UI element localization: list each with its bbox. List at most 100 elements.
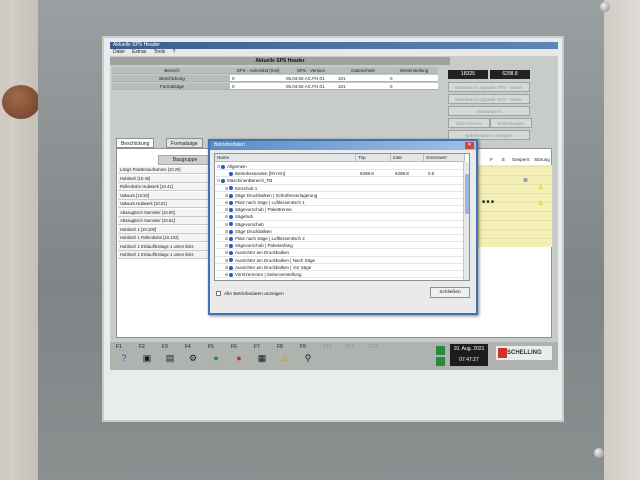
table-row[interactable]: Rollenbahn Hubwerk [10.41] [118,183,212,191]
screw-icon [594,448,604,458]
function-key-label: F6 [231,344,237,350]
function-key-f3[interactable]: F3 ▤ [162,344,182,368]
function-key-f5[interactable]: F5 ● [208,344,228,368]
tree-item-text: Betriebsstunden [hh:mm] [235,171,286,177]
function-key-icon [370,352,384,364]
function-key-f4[interactable]: F4 ⚙ [185,344,205,368]
tree-row[interactable]: ⊞ Sägevorschub | Paketanfang [215,242,469,250]
tab-beschickung[interactable]: Beschickung [116,138,155,148]
status-ok-indicator [436,357,445,366]
function-key-label: F8 [277,344,283,350]
tree-row[interactable]: ⊞ Säge Druckbalken [215,228,469,235]
table-row[interactable]: Hubtisch 1 [10.100] [118,225,212,234]
tree-item-label: ⊞ Säge Druckbalken [225,228,272,235]
tree-row[interactable]: ⊞ Ausrichter am Druckbalken | Nach Säge [215,257,469,264]
db-upgrade-button-2[interactable]: Datenbank Upgrade SPS - Weiter [448,94,530,104]
function-key-f7[interactable]: F7 ▦ [254,344,274,368]
apply-button[interactable]: Übernehmen [448,118,490,128]
col-trip[interactable]: Trip [356,154,391,162]
function-key-f10[interactable]: F10 [323,344,343,368]
tree-item-label: ⊞ Sägevorschub [225,221,264,228]
tree-row[interactable]: ⊞ Platz nach Säge | Luftkissentisch 2 [215,235,469,243]
scrollbar[interactable] [463,162,469,280]
function-key-icon: ▤ [165,353,175,363]
function-key-f8[interactable]: F8 ⚠ [277,344,297,368]
show-all-checkbox[interactable] [216,291,221,296]
table-row[interactable]: Vakuum Hubwerk [10.51] [118,200,212,208]
table-row[interactable]: Hubtisch [10.40] [118,174,212,183]
tree-row[interactable]: ⊞ Einschub 1 [215,185,469,192]
function-key-icon: ● [236,353,242,363]
col-grenzwert[interactable]: Grenzwert [424,154,465,162]
tree-row[interactable]: ⊞ Platz nach Säge | Luftkissentisch 1 [215,199,469,207]
table-row[interactable]: Längs Palettenaufnahme [10.20] [118,166,212,174]
tree-row[interactable]: ⊞ Vorritzermotor | Höhenverstellung [215,278,469,281]
operating-data-dialog: Betriebsdaten ✕ Name Trip total Grenzwer… [208,139,478,315]
label-beschickung: Beschickung [112,75,230,82]
counter-trip: 18325 [448,70,488,79]
tree-item-text: Allgemein [227,164,247,169]
tree-row[interactable]: ⊞ Sägehub [215,213,469,221]
tree-item-label: ⊟ Allgemein [217,163,247,170]
tree-row[interactable]: ⊞ Ausrichter am Druckbalken | Vor Säge [215,264,469,271]
tree-row[interactable]: ⊞ Säge Druckbalken | Schürfenverlagerung [215,192,469,199]
cell-trip: 6298.8 [360,171,374,177]
table-row[interactable]: Vakuum [10.50] [118,191,212,200]
close-icon[interactable]: ✕ [465,142,474,149]
tree-item-label: ⊞ Säge Druckbalken | Schürfenverlagerung [225,192,317,199]
info-icon [229,222,233,227]
show-all-checkbox-row[interactable]: Alle Betriebsdaten anzeigen [216,291,284,298]
function-key-f1[interactable]: F1? [116,344,136,368]
function-key-f9[interactable]: F9 ⚲ [300,344,320,368]
refresh-button[interactable]: Aktualisieren [448,106,530,116]
menu-tools[interactable]: Tools [154,49,166,55]
tree-row[interactable]: ⊞ Vorritzermotor | Seitenverstellung [215,271,469,279]
db-upgrade-button-1[interactable]: Datenbank Upgrade SPS - Weiter [448,82,530,92]
info-icon [229,172,233,176]
tree-item-label: ⊞ Ausrichter am Druckbalken [225,249,289,256]
function-key-icon: ● [213,353,219,363]
info-icon [229,215,233,220]
tree-item-text: Sägehub [235,214,254,220]
function-key-f12[interactable]: F12 [369,344,389,368]
tree-row[interactable]: ⊞ Sägevorschub | Pakettrenne [215,206,469,214]
function-key-f2[interactable]: F2 ▣ [139,344,159,368]
menu-datei[interactable]: Datei [113,49,125,55]
table-row[interactable]: Hubtisch 1 Einlauf/Einlage 1 unten links [118,251,212,259]
info-icon [229,186,233,191]
dialog-close-button[interactable]: Schließen [430,287,470,298]
function-key-icon: ▣ [142,353,152,363]
function-key-icon: ⚲ [304,353,312,363]
tree-item-text: Vorritzermotor | Höhenverstellung [235,279,302,280]
expand-toggle-icon[interactable]: ⊞ [225,278,229,280]
tree-row[interactable]: ⊞ Sägevorschub [215,221,469,228]
table-row[interactable]: Absaugtisch Sammler [10.60] [118,208,212,217]
table-row[interactable]: Hubtisch 1 Rollenbahn [10.102] [118,234,212,242]
function-key-label: F5 [208,344,214,350]
tree-item-label: ⊞ Platz nach Säge | Luftkissentisch 1 [225,199,305,206]
tree-row[interactable]: ⊟ MaschinenBereich_FB [215,177,469,185]
col-total[interactable]: total [391,154,424,162]
tree-item-text: Platz nach Säge | Luftkissentisch 1 [235,200,305,205]
menu-help[interactable]: ? [173,49,176,55]
info-icon [229,280,233,281]
scroll-thumb[interactable] [465,174,469,214]
function-key-f11[interactable]: F11 [346,344,366,368]
tree-item-text: Ausrichter am Druckbalken [235,250,290,256]
time-text: 07:47:27 [459,357,479,363]
tree-item-text: Säge Druckbalken | Schürfenverlagerung [235,192,318,198]
tree-row[interactable]: ⊟ Allgemein [215,163,469,171]
tree-row[interactable]: ⊞ Ausrichter am Druckbalken [215,249,469,257]
info-icon [229,265,233,270]
tree-item-label: ⊞ Einschub 1 [225,185,257,192]
label-formatsaege: Formatsäge [112,83,230,90]
table-row[interactable]: Absaugtisch Sammler [10.62] [118,217,212,225]
menu-extras[interactable]: Extras [132,49,146,55]
function-key-f6[interactable]: F6 ● [231,344,251,368]
settings-button[interactable]: Einstellungen [490,118,532,128]
tab-formatsaege[interactable]: Formatsäge [166,138,203,148]
col-name[interactable]: Name [215,154,356,162]
table-row[interactable]: Hubtisch 1 Einlauf/Einlage 1 unten links [118,242,212,251]
tree-row[interactable]: Betriebsstunden [hh:mm] 6298.8 6298.8 0.0 [215,170,469,178]
show-all-label: Alle Betriebsdaten anzeigen [224,291,284,297]
